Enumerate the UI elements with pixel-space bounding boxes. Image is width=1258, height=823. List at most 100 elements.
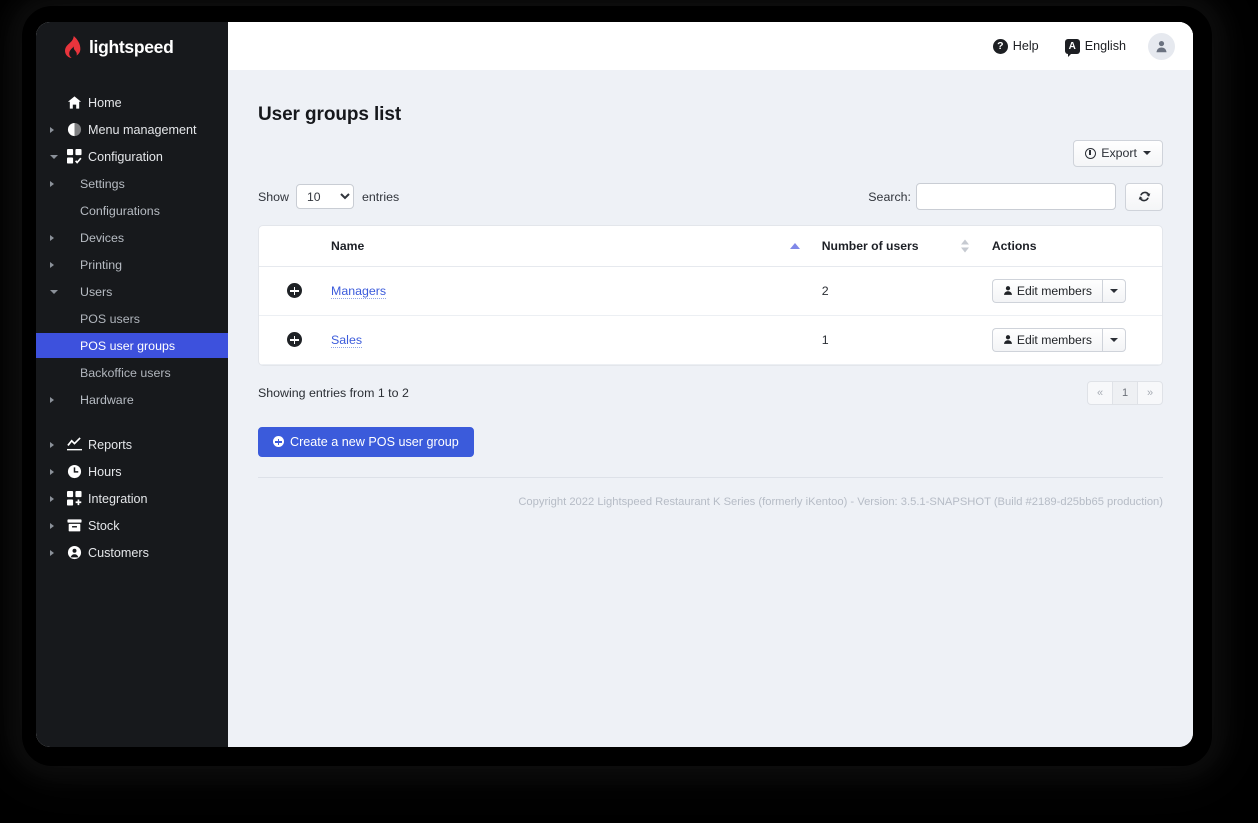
sidebar-item-devices[interactable]: Devices — [36, 225, 228, 250]
entries-label: entries — [362, 189, 400, 204]
sidebar-item-pos-users[interactable]: POS users — [36, 306, 228, 331]
edit-members-label: Edit members — [1016, 332, 1092, 347]
sidebar-item-customers[interactable]: Customers — [36, 540, 228, 565]
column-name[interactable]: Name — [331, 225, 822, 267]
plus-circle-icon[interactable] — [287, 332, 302, 348]
app-window: lightspeed Home Menu management Configur… — [36, 22, 1193, 747]
edit-members-dropdown-toggle[interactable] — [1102, 278, 1126, 303]
sidebar-item-backoffice-users[interactable]: Backoffice users — [36, 360, 228, 385]
row-actions-cell: Edit members — [991, 266, 1162, 316]
sidebar-item-configuration[interactable]: Configuration — [36, 144, 228, 169]
table: Name Number of users Actions Managers 2 … — [259, 225, 1162, 365]
table-row: Managers 2 Edit members — [259, 266, 1162, 316]
flame-icon — [65, 36, 81, 58]
search-input[interactable] — [916, 183, 1116, 211]
sidebar-item-users[interactable]: Users — [36, 279, 228, 304]
brand-logo[interactable]: lightspeed — [36, 22, 228, 72]
show-entries-control: Show 10 entries — [258, 184, 400, 210]
plus-circle-icon[interactable] — [287, 283, 302, 299]
edit-members-group: Edit members — [991, 327, 1126, 352]
sidebar-item-pos-user-groups[interactable]: POS user groups — [36, 333, 228, 358]
sidebar-item-hours[interactable]: Hours — [36, 459, 228, 484]
create-pos-user-group-button[interactable]: Create a new POS user group — [258, 426, 474, 457]
sidebar-item-label: Customers — [88, 545, 149, 560]
create-button-label: Create a new POS user group — [290, 434, 459, 449]
sidebar-item-home[interactable]: Home — [36, 90, 228, 115]
sidebar-item-stock[interactable]: Stock — [36, 513, 228, 538]
language-selector[interactable]: A English — [1064, 38, 1126, 57]
pagination-page-1[interactable]: 1 — [1112, 380, 1138, 405]
table-head: Name Number of users Actions — [259, 225, 1162, 267]
chevron-right-icon — [50, 234, 54, 241]
sidebar-item-configurations[interactable]: Configurations — [36, 198, 228, 223]
copyright-text: Copyright 2022 Lightspeed Restaurant K S… — [518, 495, 1163, 508]
question-circle-icon: ? — [992, 38, 1008, 54]
customers-icon — [66, 545, 82, 561]
table-row: Sales 1 Edit members — [259, 315, 1162, 365]
sidebar-item-integration[interactable]: Integration — [36, 486, 228, 511]
row-users-cell: 2 — [821, 266, 992, 316]
export-button[interactable]: Export — [1073, 140, 1163, 167]
export-label: Export — [1101, 146, 1137, 160]
chevron-right-icon — [50, 396, 54, 403]
plus-circle-icon — [273, 436, 284, 448]
pagination-prev[interactable]: « — [1087, 380, 1113, 405]
row-name-cell: Managers — [331, 266, 822, 316]
topbar: ? Help A English — [228, 22, 1193, 70]
group-name-link[interactable]: Sales — [331, 332, 363, 348]
edit-members-dropdown-toggle[interactable] — [1102, 327, 1126, 352]
sidebar-item-label: Users — [80, 284, 113, 299]
sidebar-item-printing[interactable]: Printing — [36, 252, 228, 277]
integration-icon — [66, 491, 82, 507]
edit-members-button[interactable]: Edit members — [991, 278, 1102, 303]
group-name-link[interactable]: Managers — [331, 283, 387, 299]
sort-ascending-icon — [789, 242, 800, 249]
sidebar-item-label: Hours — [88, 464, 122, 479]
refresh-button[interactable] — [1125, 182, 1163, 211]
sidebar: lightspeed Home Menu management Configur… — [36, 22, 228, 747]
sidebar-item-label: Settings — [80, 176, 125, 191]
sidebar-item-label: Integration — [88, 491, 148, 506]
sidebar-item-label: Stock — [88, 518, 120, 533]
column-number-of-users[interactable]: Number of users — [821, 225, 992, 267]
page-footer: Copyright 2022 Lightspeed Restaurant K S… — [258, 476, 1163, 510]
showing-entries-text: Showing entries from 1 to 2 — [258, 385, 409, 400]
user-icon — [1156, 40, 1167, 52]
show-label: Show — [258, 189, 289, 204]
language-label: English — [1084, 39, 1126, 53]
sidebar-item-settings[interactable]: Settings — [36, 171, 228, 196]
pagination-next[interactable]: » — [1137, 380, 1163, 405]
sidebar-item-reports[interactable]: Reports — [36, 432, 228, 457]
user-icon — [1003, 286, 1012, 296]
sidebar-item-label: Devices — [80, 230, 125, 245]
sidebar-item-label: Home — [88, 95, 122, 110]
avatar[interactable] — [1148, 32, 1175, 60]
chevron-right-icon — [50, 522, 54, 529]
user-icon — [1003, 335, 1012, 345]
download-circle-icon — [1085, 147, 1097, 159]
table-controls: Show 10 entries Search: — [258, 182, 1163, 211]
home-icon — [66, 95, 82, 111]
reports-icon — [66, 437, 82, 453]
help-button[interactable]: ? Help — [992, 38, 1039, 54]
chevron-right-icon — [50, 126, 54, 133]
chevron-right-icon — [50, 261, 54, 268]
refresh-icon — [1138, 191, 1150, 202]
column-expand — [259, 225, 332, 267]
menu-management-icon — [66, 122, 82, 138]
edit-members-button[interactable]: Edit members — [991, 327, 1102, 352]
chevron-right-icon — [50, 468, 54, 475]
page-title: User groups list — [258, 104, 402, 125]
chevron-down-icon — [50, 154, 58, 159]
edit-members-group: Edit members — [991, 278, 1126, 303]
chevron-right-icon — [50, 180, 54, 187]
sidebar-item-menu-management[interactable]: Menu management — [36, 117, 228, 142]
sidebar-nav: Home Menu management Configuration Setti… — [36, 72, 228, 565]
row-expand-cell — [259, 315, 332, 365]
search-control: Search: — [868, 182, 1163, 211]
sidebar-item-hardware[interactable]: Hardware — [36, 387, 228, 412]
main-area: ? Help A English User groups list Export — [228, 22, 1193, 747]
chevron-right-icon — [50, 441, 54, 448]
page-size-select[interactable]: 10 — [296, 184, 354, 210]
